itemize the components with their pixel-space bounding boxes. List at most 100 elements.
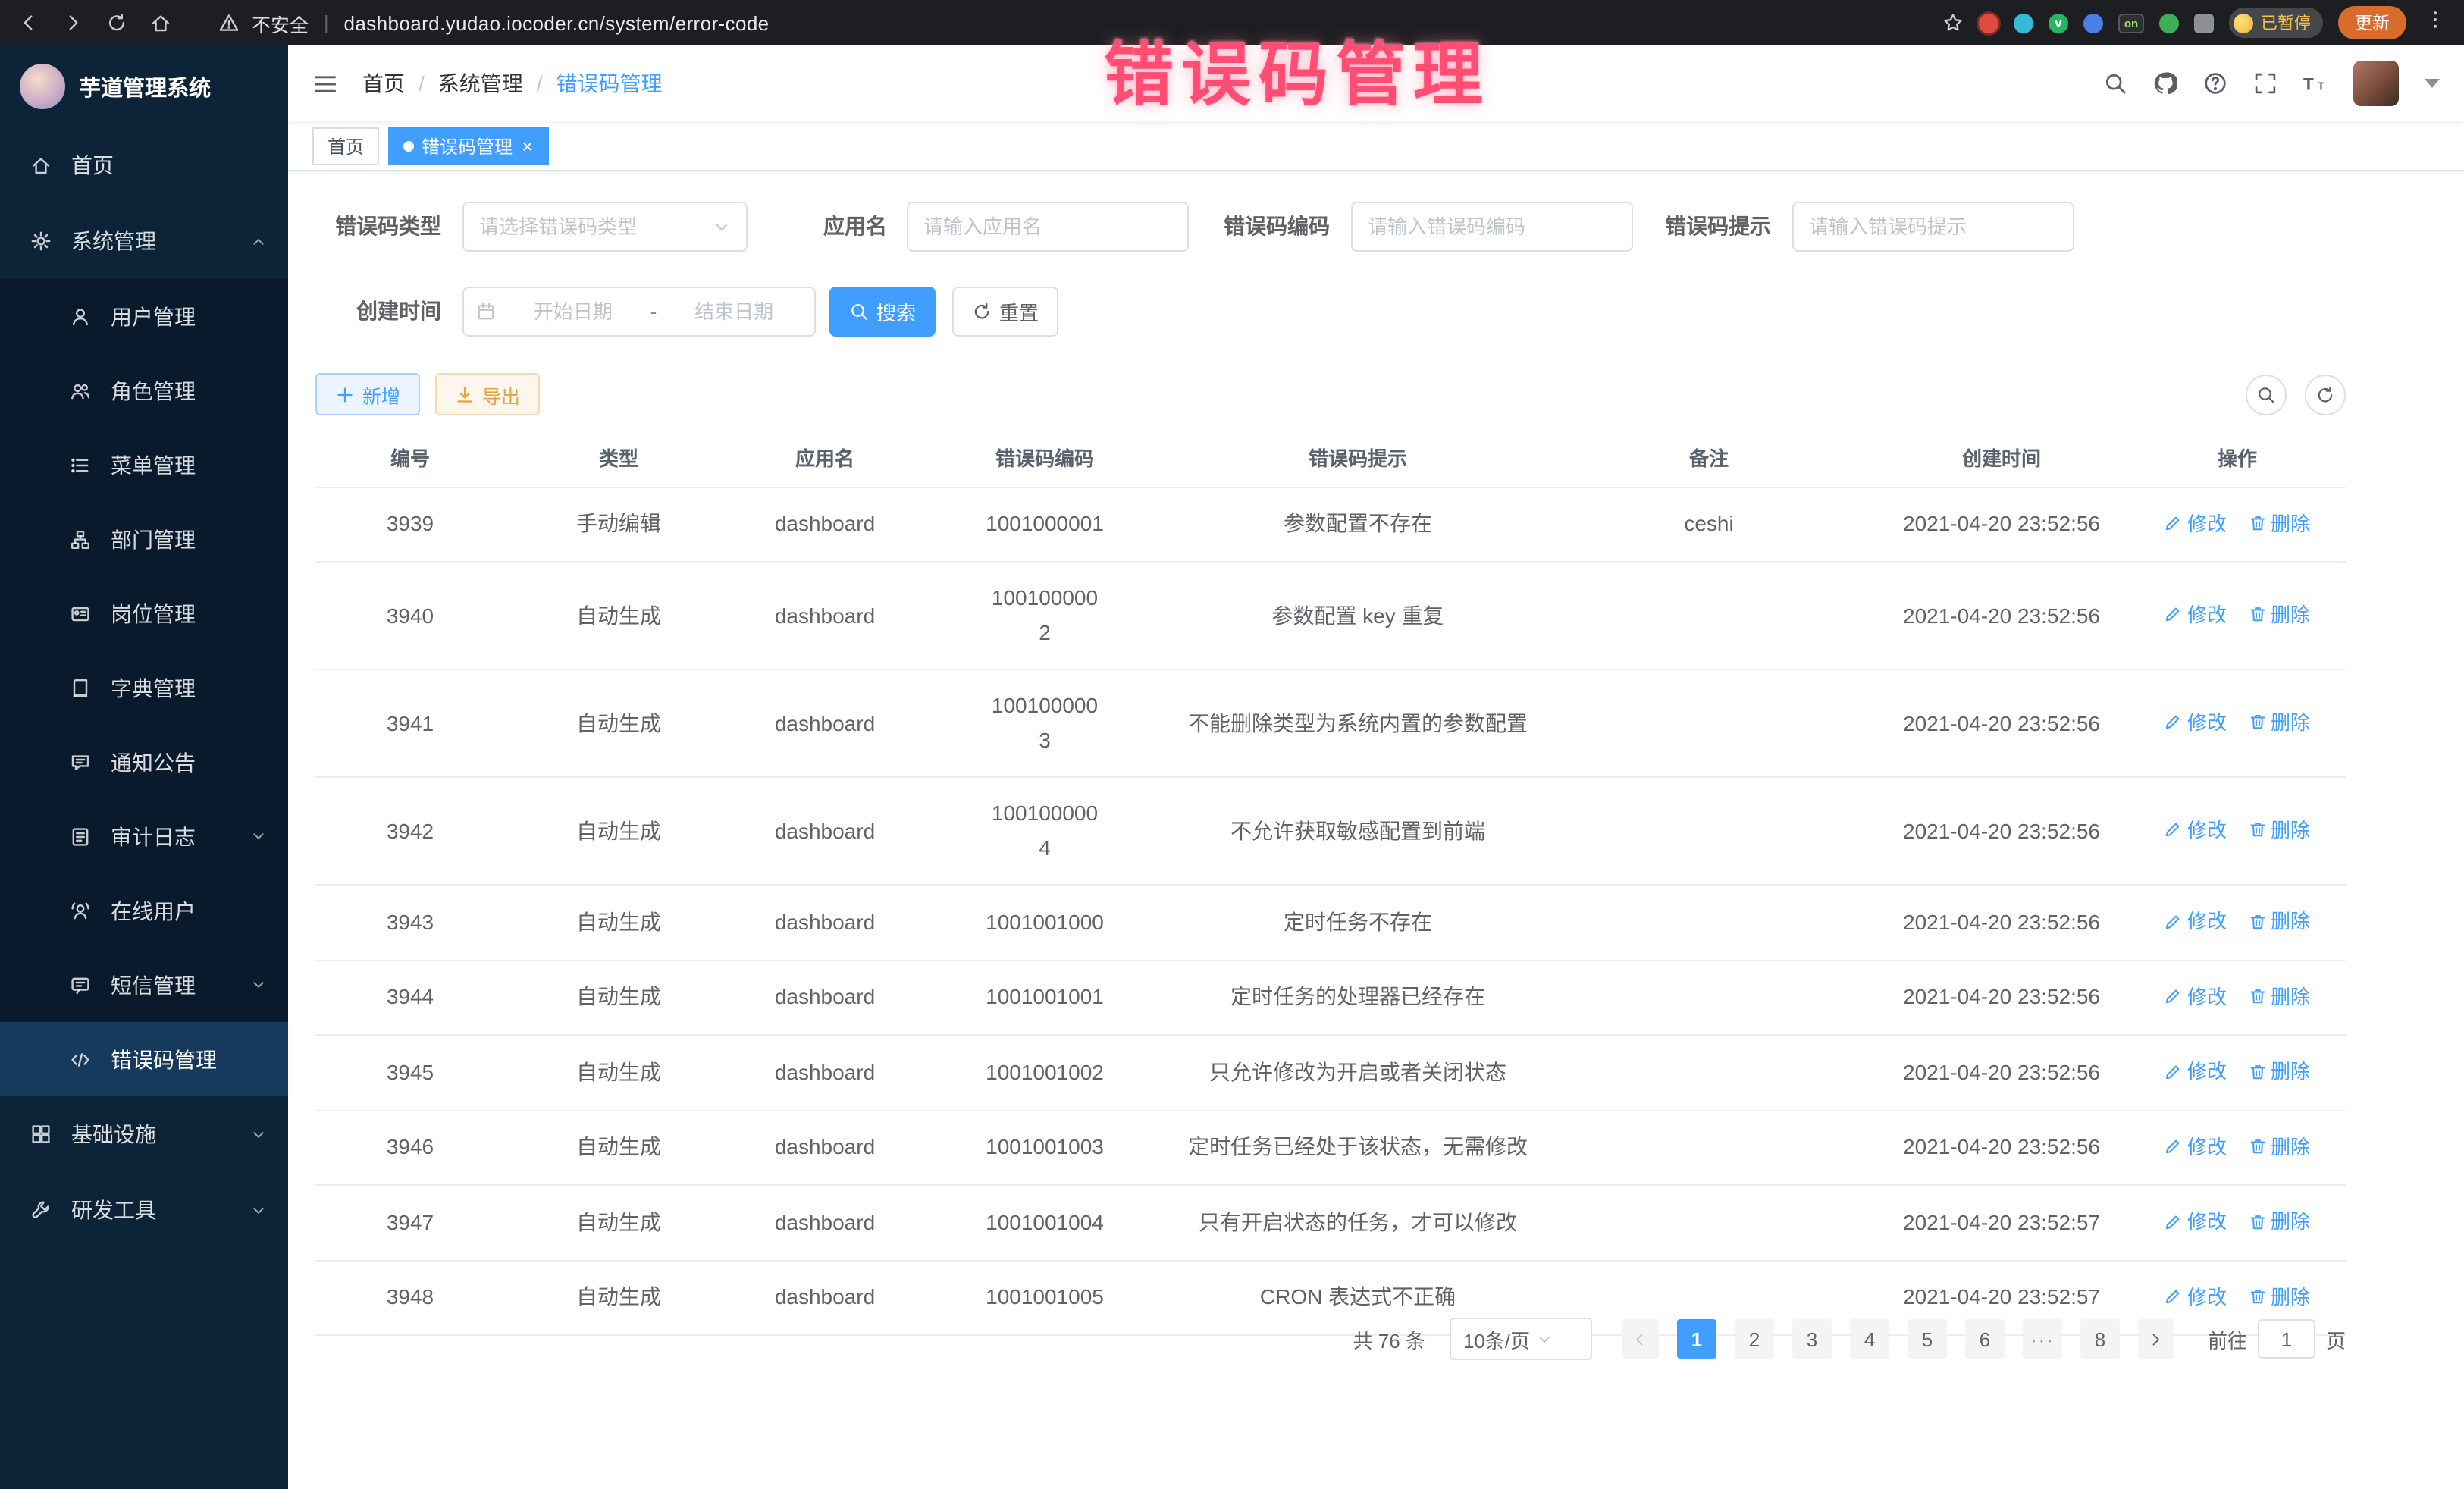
delete-link[interactable]: 删除 [2248,597,2310,632]
sidebar-item-13[interactable]: 基础设施 [0,1096,288,1172]
sidebar-item-11[interactable]: 短信管理 [0,948,288,1022]
edit-link[interactable]: 修改 [2165,979,2227,1014]
goto-page-input[interactable] [2258,1319,2315,1359]
edit-link[interactable]: 修改 [2165,1279,2227,1314]
tag-0[interactable]: 首页 [312,127,379,165]
add-button[interactable]: 新增 [315,373,420,415]
url-text[interactable]: dashboard.yudao.iocoder.cn/system/error-… [344,11,770,34]
page-buttons: 123456 ··· 8 [1668,1319,2129,1359]
sidebar-item-8[interactable]: 通知公告 [0,725,288,799]
reload-icon[interactable] [106,12,127,33]
error-code-input[interactable] [1368,215,1616,238]
page-ellipsis[interactable]: ··· [2023,1319,2062,1359]
sidebar-item-3[interactable]: 角色管理 [0,353,288,428]
sidebar-item-14[interactable]: 研发工具 [0,1172,288,1248]
bookmark-star-icon[interactable] [1942,12,1964,33]
delete-link[interactable]: 删除 [2248,1279,2310,1314]
page-size-select[interactable]: 10条/页 [1450,1318,1592,1360]
delete-link[interactable]: 删除 [2248,705,2310,740]
extension-green-icon[interactable]: v [2049,13,2068,33]
toggle-search-button[interactable] [2246,374,2287,415]
back-icon[interactable] [18,12,39,33]
download-icon [455,384,475,404]
end-date-input[interactable] [666,300,802,323]
help-icon[interactable] [2203,71,2227,96]
page-button-5[interactable]: 5 [1908,1319,1947,1359]
browser-home-icon[interactable] [150,12,171,33]
start-date-input[interactable] [505,300,641,323]
delete-link[interactable]: 删除 [2248,1129,2310,1164]
edit-link[interactable]: 修改 [2165,705,2227,740]
page-button-4[interactable]: 4 [1850,1319,1889,1359]
sidebar-menu: 首页系统管理用户管理角色管理菜单管理部门管理岗位管理字典管理通知公告审计日志在线… [0,127,288,1489]
error-code-field[interactable] [1351,202,1633,252]
sidebar-item-10[interactable]: 在线用户 [0,873,288,948]
page-button-6[interactable]: 6 [1965,1319,2005,1359]
edit-link[interactable]: 修改 [2165,904,2227,939]
tag-close-icon[interactable]: × [522,136,533,155]
sidebar-item-1[interactable]: 系统管理 [0,203,288,279]
breadcrumb-item-system[interactable]: 系统管理 [438,68,523,99]
sidebar-item-2[interactable]: 用户管理 [0,279,288,353]
reset-button[interactable]: 重置 [952,287,1058,337]
address-bar[interactable]: 不安全 | dashboard.yudao.iocoder.cn/system/… [218,8,770,37]
edit-link[interactable]: 修改 [2165,1204,2227,1239]
font-size-icon[interactable]: TT [2303,71,2328,96]
app-name-input[interactable] [923,215,1172,238]
extension-leaf-icon[interactable] [2159,13,2179,33]
hamburger-icon[interactable] [312,71,338,96]
edit-link[interactable]: 修改 [2165,597,2227,632]
page-button-1[interactable]: 1 [1677,1319,1716,1359]
date-range-picker[interactable]: - [462,287,816,337]
prev-page-button[interactable] [1622,1319,1659,1359]
edit-link[interactable]: 修改 [2165,813,2227,848]
sidebar-item-12[interactable]: 错误码管理 [0,1022,288,1096]
fullscreen-icon[interactable] [2253,71,2277,96]
sidebar-item-4[interactable]: 菜单管理 [0,428,288,502]
error-hint-field[interactable] [1792,202,2074,252]
edit-link[interactable]: 修改 [2165,506,2227,541]
sidebar-item-5[interactable]: 部门管理 [0,502,288,576]
delete-link[interactable]: 删除 [2248,904,2310,939]
page-button-8[interactable]: 8 [2080,1319,2120,1359]
browser-menu-icon[interactable] [2425,8,2446,37]
delete-link[interactable]: 删除 [2248,1204,2310,1239]
sidebar-item-7[interactable]: 字典管理 [0,650,288,725]
user-avatar[interactable] [2353,61,2399,106]
page-button-2[interactable]: 2 [1735,1319,1774,1359]
delete-link[interactable]: 删除 [2248,506,2310,541]
header-search-icon[interactable] [2103,71,2127,96]
security-label: 不安全 [252,8,309,37]
sidebar-item-9[interactable]: 审计日志 [0,799,288,873]
delete-link[interactable]: 删除 [2248,813,2310,848]
browser-profile-chip[interactable]: 已暂停 [2229,8,2323,38]
github-icon[interactable] [2153,71,2177,96]
search-button[interactable]: 搜索 [829,287,936,337]
error-hint-input[interactable] [1809,215,2058,238]
edit-link[interactable]: 修改 [2165,1129,2227,1164]
extensions-puzzle-icon[interactable] [2194,13,2214,33]
sidebar-item-0[interactable]: 首页 [0,127,288,203]
forward-icon[interactable] [62,12,83,33]
logo[interactable]: 芋道管理系统 [0,45,288,127]
refresh-table-button[interactable] [2305,374,2346,415]
delete-link[interactable]: 删除 [2248,979,2310,1014]
breadcrumb-item-home[interactable]: 首页 [362,68,405,99]
error-type-select[interactable] [462,202,748,252]
browser-update-button[interactable]: 更新 [2338,6,2406,39]
sidebar-item-6[interactable]: 岗位管理 [0,576,288,650]
recording-indicator-icon[interactable] [1979,13,1998,33]
app-name-field[interactable] [907,202,1189,252]
extension-on-badge[interactable]: on [2118,13,2144,33]
extension-people-icon[interactable] [2083,13,2103,33]
page-button-3[interactable]: 3 [1792,1319,1832,1359]
tag-1[interactable]: 错误码管理× [388,127,548,165]
delete-link[interactable]: 删除 [2248,1054,2310,1089]
export-button[interactable]: 导出 [435,373,540,415]
extension-drop-icon[interactable] [2014,13,2033,33]
avatar-caret-down-icon[interactable] [2425,79,2440,88]
next-page-button[interactable] [2138,1319,2174,1359]
edit-link[interactable]: 修改 [2165,1054,2227,1089]
pencil-icon [2165,821,2183,839]
error-type-select-input[interactable] [479,215,704,238]
